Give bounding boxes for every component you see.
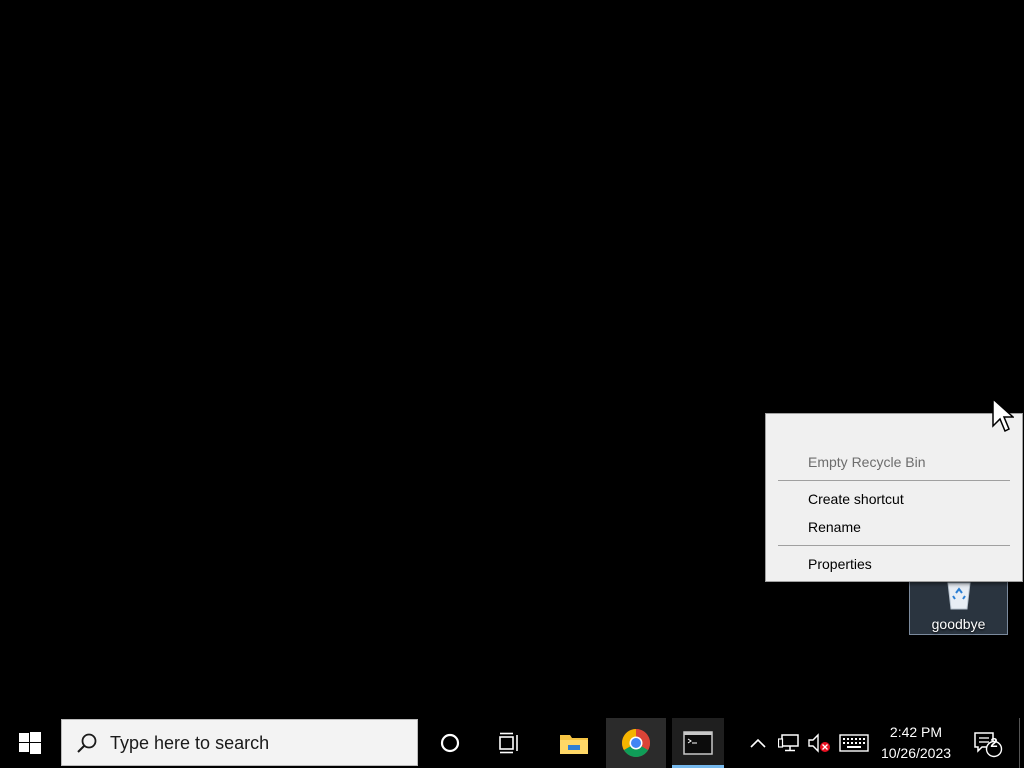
recycle-bin-icon — [947, 582, 971, 610]
search-box[interactable]: Type here to search — [61, 719, 418, 766]
task-view-icon — [499, 732, 518, 754]
file-explorer-button[interactable] — [545, 718, 603, 768]
cortana-icon — [440, 733, 460, 753]
command-prompt-icon — [683, 731, 713, 755]
menu-item-empty-recycle-bin[interactable]: Empty Recycle Bin — [808, 454, 925, 470]
desktop-icon-label: goodbye — [931, 616, 986, 632]
menu-item-create-shortcut[interactable]: Create shortcut — [808, 491, 904, 507]
windows-start-icon — [19, 732, 41, 754]
touch-keyboard-button[interactable] — [836, 718, 872, 768]
clock[interactable]: 2:42 PM 10/26/2023 — [874, 718, 958, 768]
keyboard-icon — [839, 734, 869, 752]
search-icon — [77, 733, 97, 753]
menu-separator — [778, 545, 1010, 546]
command-prompt-button[interactable] — [672, 718, 724, 768]
file-explorer-icon — [560, 735, 588, 754]
clock-date: 10/26/2023 — [880, 745, 952, 761]
chrome-icon — [622, 729, 650, 757]
desktop[interactable]: goodbye Empty Recycle Bin Create shortcu… — [0, 0, 1024, 718]
context-menu: Empty Recycle Bin Create shortcut Rename… — [765, 413, 1023, 582]
clock-time: 2:42 PM — [889, 724, 943, 740]
mouse-cursor-icon — [992, 398, 1014, 433]
menu-item-rename[interactable]: Rename — [808, 519, 861, 535]
menu-separator — [778, 480, 1010, 481]
show-desktop-button[interactable] — [1019, 718, 1024, 768]
network-button[interactable] — [776, 718, 802, 768]
cortana-button[interactable] — [425, 718, 475, 768]
task-view-button[interactable] — [484, 718, 536, 768]
show-hidden-icons-button[interactable] — [746, 718, 770, 768]
volume-button[interactable] — [805, 718, 833, 768]
start-button[interactable] — [0, 718, 60, 768]
chrome-button[interactable] — [606, 718, 666, 768]
notification-count-badge: 2 — [990, 735, 998, 750]
search-placeholder: Type here to search — [110, 733, 270, 753]
menu-item-properties[interactable]: Properties — [808, 556, 872, 572]
chevron-up-icon — [750, 738, 766, 748]
action-center-button[interactable]: 2 — [966, 718, 1008, 768]
volume-muted-icon — [808, 733, 830, 753]
network-icon — [778, 734, 799, 752]
